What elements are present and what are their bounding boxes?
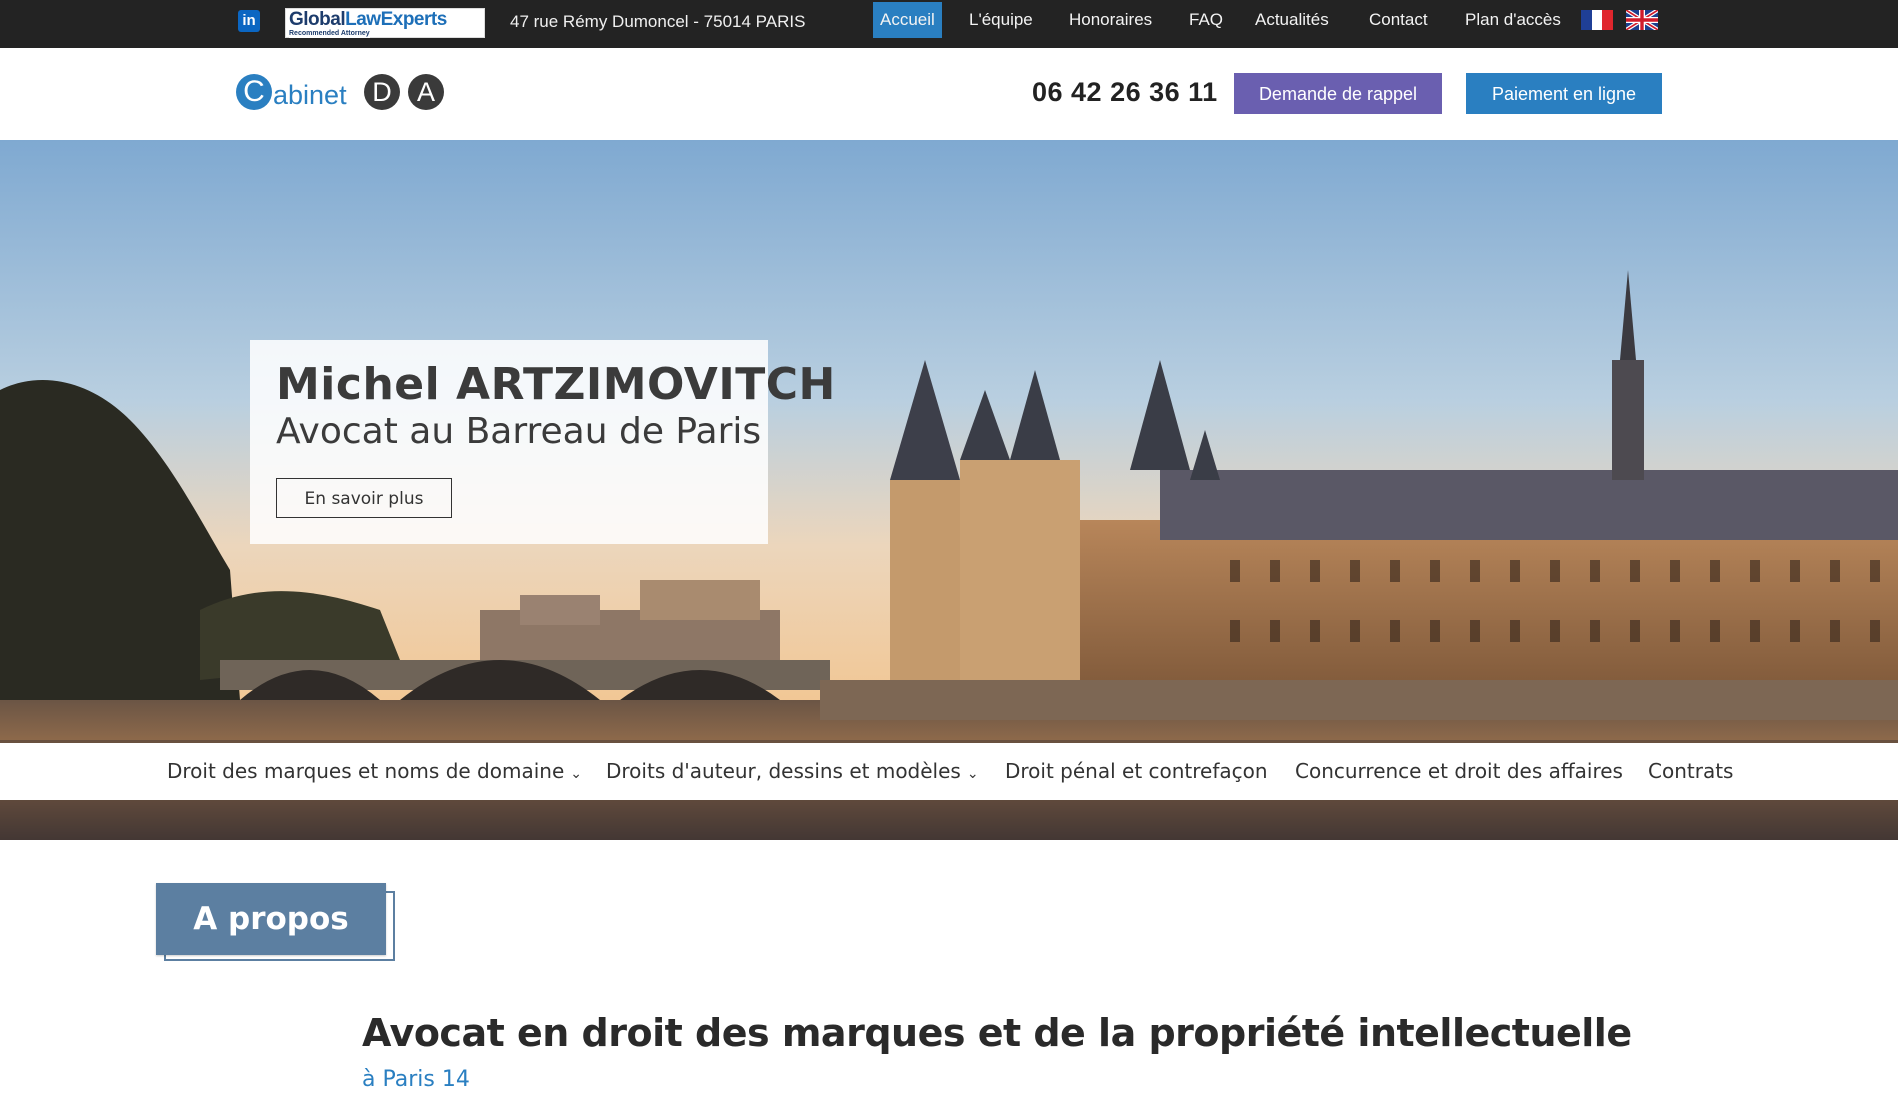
callback-request-button[interactable]: Demande de rappel <box>1234 73 1442 114</box>
about-badge: A propos <box>156 883 401 965</box>
logo-d: D <box>364 74 400 110</box>
nav-actualites[interactable]: Actualités <box>1255 2 1329 38</box>
logo-a: A <box>408 74 444 110</box>
chevron-down-icon: ⌄ <box>966 766 979 782</box>
learn-more-button[interactable]: En savoir plus <box>276 478 452 518</box>
hero-card: Michel ARTZIMOVITCH Avocat au Barreau de… <box>250 340 835 544</box>
online-payment-button[interactable]: Paiement en ligne <box>1466 73 1662 114</box>
lawyer-title: Avocat au Barreau de Paris <box>276 411 762 452</box>
lawyer-name: Michel ARTZIMOVITCH <box>276 359 836 410</box>
practice-areas-nav: Droit des marques et noms de domaine ⌄ Dr… <box>0 743 1898 800</box>
gle-brand: GlobalLawExperts <box>289 9 447 30</box>
globallawexperts-badge[interactable]: GlobalLawExperts Recommended Attorney <box>285 8 485 38</box>
office-address: 47 rue Rémy Dumoncel - 75014 PARIS <box>510 12 806 31</box>
nav-accueil[interactable]: Accueil <box>873 2 942 38</box>
nav-trademarks-domains[interactable]: Droit des marques et noms de domaine ⌄ <box>167 743 582 800</box>
nav-faq[interactable]: FAQ <box>1189 2 1223 38</box>
chevron-down-icon: ⌄ <box>570 766 582 782</box>
nav-competition-business[interactable]: Concurrence et droit des affaires <box>1295 743 1623 800</box>
about-badge-label: A propos <box>193 901 349 937</box>
nav-competition-label: Concurrence et droit des affaires <box>1295 759 1623 783</box>
hero-banner: Michel ARTZIMOVITCH Avocat au Barreau de… <box>0 140 1898 840</box>
logo-c: C <box>236 74 272 110</box>
top-bar: in GlobalLawExperts Recommended Attorney… <box>0 0 1898 48</box>
nav-criminal-counterfeit[interactable]: Droit pénal et contrefaçon <box>1005 743 1268 800</box>
nav-contracts-label: Contrats <box>1648 759 1734 783</box>
about-badge-fill: A propos <box>156 883 386 955</box>
nav-contact[interactable]: Contact <box>1369 2 1428 38</box>
nav-copyright-designs[interactable]: Droits d'auteur, dessins et modèles ⌄ <box>606 743 979 800</box>
linkedin-icon[interactable]: in <box>238 10 260 32</box>
gle-tagline: Recommended Attorney <box>289 30 370 38</box>
location-subtitle[interactable]: à Paris 14 <box>362 1063 470 1097</box>
nav-trademarks-label: Droit des marques et noms de domaine <box>167 759 565 783</box>
nav-plan-acces[interactable]: Plan d'accès <box>1465 2 1561 38</box>
uk-flag-icon[interactable] <box>1626 10 1658 30</box>
phone-number[interactable]: 06 42 26 36 11 <box>1032 74 1218 110</box>
nav-honoraires[interactable]: Honoraires <box>1069 2 1152 38</box>
logo-text: abinet <box>273 80 347 110</box>
site-header: C abinet D A 06 42 26 36 11 Demande de r… <box>0 48 1898 140</box>
page-title: Avocat en droit des marques et de la pro… <box>362 1011 1632 1055</box>
fr-flag-icon[interactable] <box>1581 10 1614 30</box>
nav-equipe[interactable]: L'équipe <box>969 2 1033 38</box>
nav-criminal-label: Droit pénal et contrefaçon <box>1005 759 1268 783</box>
nav-contracts[interactable]: Contrats <box>1648 743 1733 800</box>
nav-copyright-label: Droits d'auteur, dessins et modèles <box>606 759 961 783</box>
